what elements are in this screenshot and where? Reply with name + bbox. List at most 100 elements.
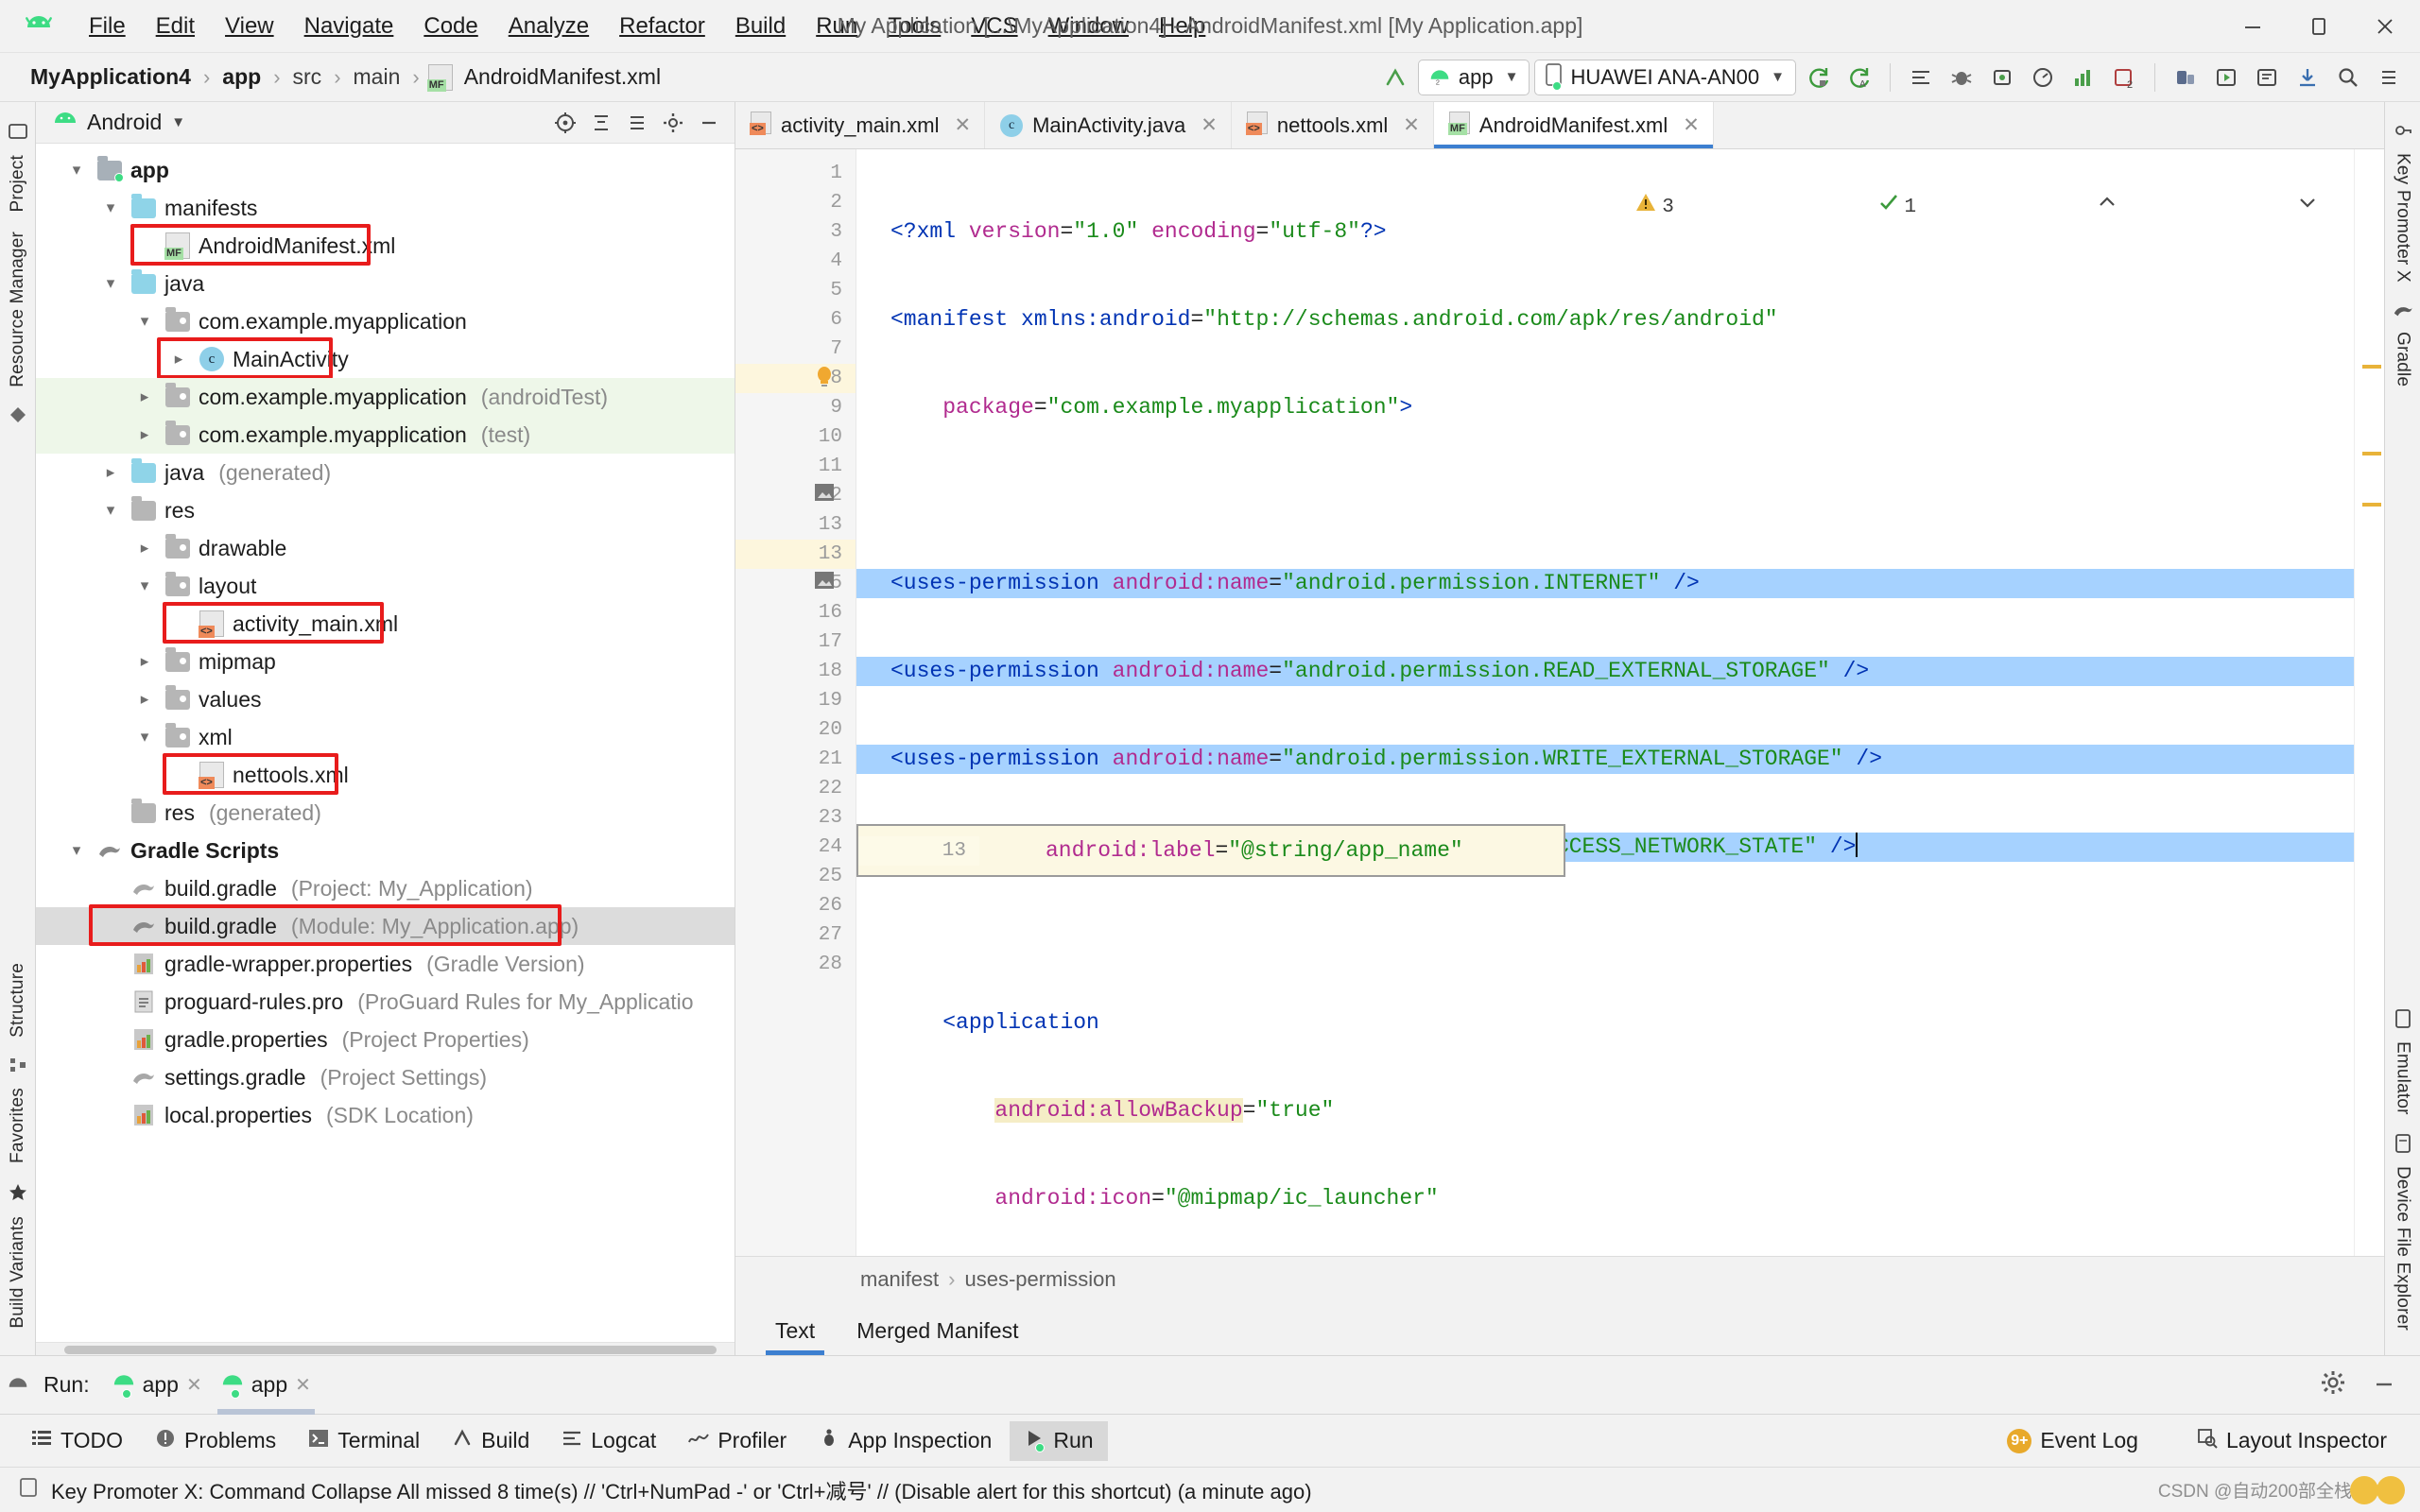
chevron-right-icon[interactable]: ▸: [132, 387, 157, 406]
rail-item-key-promoter-x[interactable]: Key Promoter X: [2393, 144, 2413, 292]
tool-button-problems[interactable]: Problems: [141, 1421, 290, 1461]
image-preview-icon[interactable]: [814, 571, 835, 592]
project-horizontal-scrollbar[interactable]: [36, 1342, 735, 1355]
editor-breadcrumb-manifest[interactable]: manifest: [860, 1267, 939, 1292]
tree-node-androidmanifest-xml[interactable]: ▸ MF AndroidManifest.xml: [36, 227, 735, 265]
tree-node-drawable[interactable]: ▸ drawable: [36, 529, 735, 567]
chevron-down-icon[interactable]: ▾: [98, 198, 123, 217]
run-device-icon[interactable]: [2208, 60, 2244, 95]
more-toolbar-icon[interactable]: [2371, 60, 2407, 95]
editor-tabs[interactable]: <> activity_main.xml ✕ c MainActivity.ja…: [735, 102, 2384, 149]
breadcrumb-item-app[interactable]: app: [216, 62, 267, 92]
tab-text[interactable]: Text: [758, 1309, 832, 1355]
tree-node-layout[interactable]: ▾ layout: [36, 567, 735, 605]
tab-activity-main-xml[interactable]: <> activity_main.xml ✕: [735, 102, 985, 148]
tab-mainactivity-java[interactable]: c MainActivity.java ✕: [985, 102, 1232, 148]
tree-node-mainactivity[interactable]: ▸ c MainActivity: [36, 340, 735, 378]
tab-merged-manifest[interactable]: Merged Manifest: [839, 1309, 1035, 1355]
menu-build[interactable]: Build: [720, 9, 801, 43]
collapse-all-icon[interactable]: [621, 107, 653, 139]
breadcrumb-item-src[interactable]: src: [287, 62, 328, 92]
tree-node-proguard-rules[interactable]: ▸ proguard-rules.pro (ProGuard Rules for…: [36, 983, 735, 1021]
rail-item-emulator[interactable]: Emulator: [2393, 1032, 2413, 1125]
download-icon[interactable]: [2290, 60, 2325, 95]
minimize-icon[interactable]: [2371, 1369, 2397, 1401]
tree-node-activity-main-xml[interactable]: ▸ <> activity_main.xml: [36, 605, 735, 643]
tree-node-build-gradle-module[interactable]: ▸ build.gradle (Module: My_Application.a…: [36, 907, 735, 945]
chevron-right-icon[interactable]: ▸: [166, 350, 191, 369]
chevron-right-icon[interactable]: ▸: [132, 539, 157, 558]
gear-icon[interactable]: [2320, 1369, 2346, 1401]
editor-breadcrumb[interactable]: manifest › uses-permission: [735, 1257, 2384, 1302]
tree-node-gradle-wrapper-properties[interactable]: ▸ gradle-wrapper.properties (Gradle Vers…: [36, 945, 735, 983]
tree-node-gradle-scripts[interactable]: ▾ Gradle Scripts: [36, 832, 735, 869]
rail-item-build-variants[interactable]: Build Variants: [8, 1207, 28, 1338]
close-icon[interactable]: ✕: [295, 1373, 311, 1397]
gradle-rail-icon[interactable]: [2393, 301, 2413, 318]
tree-node-package-androidtest[interactable]: ▸ com.example.myapplication (androidTest…: [36, 378, 735, 416]
expand-all-icon[interactable]: [585, 107, 617, 139]
project-tree[interactable]: ▾ app ▾ manifests ▸ MF AndroidManifest.x…: [36, 144, 735, 1342]
menu-view[interactable]: View: [210, 9, 289, 43]
next-problem-icon[interactable]: [2131, 163, 2318, 252]
run-configuration-selector[interactable]: 2 app ▼: [1418, 60, 1530, 95]
chevron-down-icon[interactable]: ▾: [64, 841, 89, 860]
chevron-right-icon[interactable]: ▸: [132, 690, 157, 709]
tab-nettools-xml[interactable]: <> nettools.xml ✕: [1232, 102, 1434, 148]
menu-file[interactable]: File: [74, 9, 141, 43]
tree-node-values[interactable]: ▸ values: [36, 680, 735, 718]
tree-node-package-test[interactable]: ▸ com.example.myapplication (test): [36, 416, 735, 454]
chevron-right-icon[interactable]: ▸: [132, 652, 157, 671]
breadcrumb-item-file[interactable]: AndroidManifest.xml: [458, 62, 666, 92]
menu-navigate[interactable]: Navigate: [289, 9, 409, 43]
chevron-down-icon[interactable]: ▾: [98, 274, 123, 293]
run-tab-app-1[interactable]: app ✕: [103, 1368, 212, 1401]
maximize-button[interactable]: [2307, 14, 2331, 39]
tree-node-java-generated[interactable]: ▸ java (generated): [36, 454, 735, 491]
close-icon[interactable]: ✕: [186, 1373, 202, 1397]
code-editor[interactable]: 1 2 3 4 5 6 7 8 9 10 11 12 13 13 15 16 1: [735, 149, 2384, 1256]
sync-project-icon[interactable]: [1801, 60, 1837, 95]
rail-item-resource-manager[interactable]: Resource Manager: [8, 222, 28, 397]
breadcrumb[interactable]: MyApplication4 › app › src › main › MF A…: [25, 62, 666, 92]
sdk-manager-icon[interactable]: [2066, 60, 2101, 95]
search-icon[interactable]: [2330, 60, 2366, 95]
tool-button-run[interactable]: Run: [1010, 1421, 1107, 1461]
tool-button-layout-inspector[interactable]: Layout Inspector: [2183, 1421, 2401, 1461]
tab-androidmanifest-xml[interactable]: MF AndroidManifest.xml ✕: [1434, 102, 1714, 148]
close-button[interactable]: [2373, 14, 2397, 39]
run-tab-app-2[interactable]: app ✕: [212, 1368, 320, 1401]
chevron-right-icon[interactable]: ▸: [98, 463, 123, 482]
editor-view-tabs[interactable]: Text Merged Manifest: [735, 1302, 2384, 1355]
tool-button-event-log[interactable]: 9+ Event Log: [1993, 1421, 2152, 1460]
menu-refactor[interactable]: Refactor: [604, 9, 720, 43]
close-icon[interactable]: ✕: [1195, 113, 1218, 137]
stripe-marker-warning[interactable]: [2362, 503, 2381, 507]
scrollbar-thumb[interactable]: [64, 1346, 717, 1354]
rail-item-favorites[interactable]: Favorites: [8, 1078, 28, 1173]
warning-count[interactable]: 3: [1445, 163, 1674, 251]
tree-node-gradle-properties[interactable]: ▸ gradle.properties (Project Properties): [36, 1021, 735, 1058]
code-content[interactable]: <?xml version="1.0" encoding="utf-8"?> –…: [856, 149, 2354, 1256]
hide-panel-icon[interactable]: [693, 107, 725, 139]
breadcrumb-item-project[interactable]: MyApplication4: [25, 62, 197, 92]
rail-item-project[interactable]: Project: [8, 146, 28, 222]
tree-node-res-generated[interactable]: ▸ res (generated): [36, 794, 735, 832]
chevron-down-icon[interactable]: ▾: [98, 501, 123, 520]
tree-node-app[interactable]: ▾ app: [36, 151, 735, 189]
key-promoter-rail-icon[interactable]: [2394, 121, 2412, 140]
chevron-down-icon[interactable]: ▾: [132, 728, 157, 747]
menu-edit[interactable]: Edit: [141, 9, 210, 43]
tree-node-settings-gradle[interactable]: ▸ settings.gradle (Project Settings): [36, 1058, 735, 1096]
avd-manager-icon[interactable]: A: [1841, 60, 1877, 95]
project-rail-icon[interactable]: [8, 121, 28, 142]
tree-node-local-properties[interactable]: ▸ local.properties (SDK Location): [36, 1096, 735, 1134]
tree-node-res[interactable]: ▾ res: [36, 491, 735, 529]
tool-button-todo[interactable]: TODO: [17, 1421, 137, 1460]
debug-icon[interactable]: [1944, 60, 1979, 95]
tool-button-logcat[interactable]: Logcat: [547, 1421, 670, 1460]
device-selector[interactable]: HUAWEI ANA-AN00 ▼: [1534, 60, 1796, 95]
rail-item-gradle[interactable]: Gradle: [2393, 322, 2413, 396]
chevron-down-icon[interactable]: ▼: [171, 114, 185, 130]
menu-code[interactable]: Code: [408, 9, 493, 43]
